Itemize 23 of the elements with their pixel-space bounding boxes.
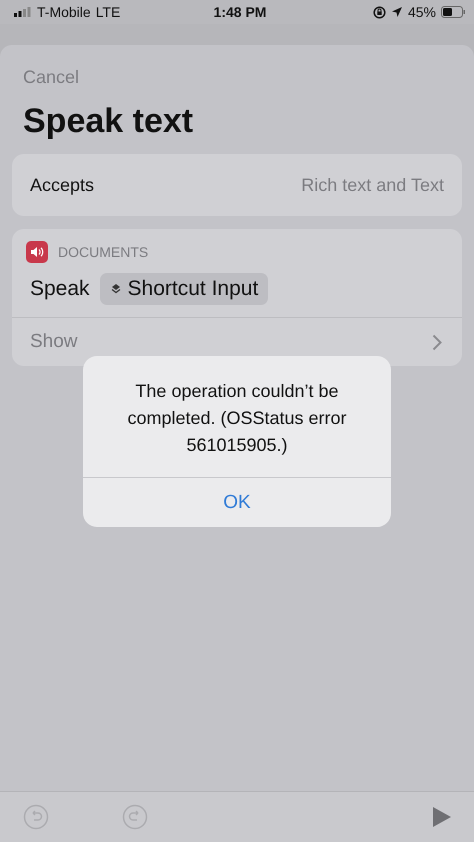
carrier-name: T-Mobile <box>37 4 91 20</box>
cancel-button[interactable]: Cancel <box>23 67 80 88</box>
category-label: DOCUMENTS <box>58 244 148 260</box>
alert-message: The operation couldn’t be completed. (OSStatus error 561015905.) <box>126 380 348 457</box>
location-icon <box>390 6 403 18</box>
rotation-lock-icon <box>372 6 386 18</box>
battery-icon <box>440 6 466 18</box>
speaker-icon <box>26 241 48 263</box>
status-time: 1:48 PM <box>214 4 266 20</box>
action-verb: Speak <box>30 277 90 301</box>
show-more-label[interactable]: Show <box>30 331 78 353</box>
chevron-right-icon[interactable] <box>432 334 442 350</box>
accepts-value: Rich text and Text <box>301 174 444 196</box>
signal-icon <box>14 7 32 17</box>
network-type: LTE <box>96 4 120 20</box>
accepts-label: Accepts <box>30 174 94 196</box>
play-icon[interactable] <box>432 806 452 828</box>
sheet-title: Speak text <box>23 102 194 141</box>
ok-button[interactable]: OK <box>83 477 391 527</box>
shortcut-icon <box>110 283 122 295</box>
accepts-card[interactable]: Accepts Rich text and Text <box>12 154 462 216</box>
battery-percent: 45% <box>408 4 436 20</box>
variable-token[interactable]: Shortcut Input <box>100 273 268 305</box>
